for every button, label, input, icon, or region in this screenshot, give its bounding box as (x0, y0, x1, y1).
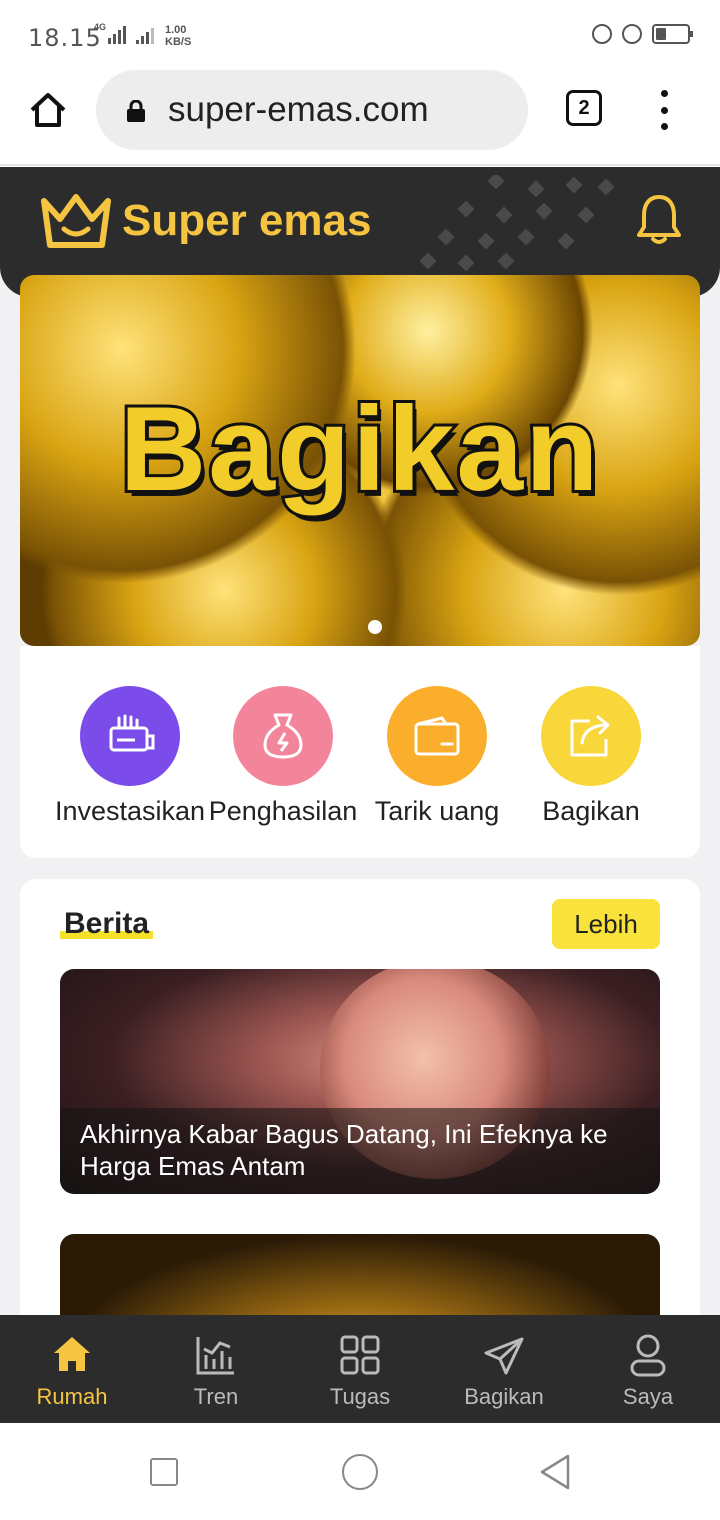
news-caption: Akhirnya Kabar Bagus Datang, Ini Efeknya… (60, 1108, 660, 1194)
more-button[interactable]: Lebih (552, 899, 660, 949)
overflow-menu-icon[interactable] (652, 90, 676, 130)
action-label: Bagikan (542, 796, 640, 826)
speed-unit: KB/S (165, 36, 192, 48)
speed-value: 1.00 (165, 24, 187, 36)
back-icon[interactable] (538, 1453, 572, 1491)
network-type: 4G (94, 22, 107, 32)
nav-label: Tren (193, 1384, 239, 1409)
rotation-lock-icon (592, 24, 612, 44)
home-icon (54, 1337, 90, 1371)
action-bagikan[interactable]: Bagikan (511, 686, 671, 827)
action-tarik-uang[interactable]: Tarik uang (357, 686, 517, 827)
action-penghasilan[interactable]: Penghasilan (203, 686, 363, 827)
nav-rumah[interactable]: Rumah (0, 1333, 144, 1410)
alarm-icon (622, 24, 642, 44)
status-icons (592, 24, 693, 44)
nav-bagikan[interactable]: Bagikan (432, 1333, 576, 1410)
web-page: Super emas Bagikan Investasikan Penghasi… (0, 167, 720, 1315)
grid-icon (340, 1335, 380, 1375)
card-hand-icon (80, 686, 180, 786)
nav-tugas[interactable]: Tugas (288, 1333, 432, 1410)
wallet-icon (387, 686, 487, 786)
nav-label: Saya (622, 1384, 674, 1409)
nav-label: Rumah (36, 1384, 108, 1409)
send-icon (484, 1337, 524, 1375)
network-speed: 1.00 KB/S (165, 24, 191, 48)
nav-label: Tugas (329, 1384, 391, 1409)
quick-actions: Investasikan Penghasilan Tarik uang Bagi… (20, 646, 700, 858)
brand-name: Super emas (122, 196, 372, 245)
address-bar[interactable]: super-emas.com (96, 70, 528, 150)
crown-icon (41, 194, 111, 248)
lock-icon (127, 100, 145, 122)
nav-tren[interactable]: Tren (144, 1333, 288, 1410)
browser-toolbar: super-emas.com 2 (0, 70, 720, 166)
share-icon (541, 686, 641, 786)
bell-icon[interactable] (636, 193, 682, 245)
signal-icon (136, 24, 154, 44)
home-button-icon[interactable] (342, 1454, 378, 1490)
money-bag-icon (233, 686, 333, 786)
bottom-navigation: Rumah Tren Tugas Bagikan Saya (0, 1315, 720, 1423)
action-label: Penghasilan (208, 796, 358, 826)
carousel-indicator (368, 620, 382, 634)
news-card[interactable] (60, 1234, 660, 1315)
banner-text: Bagikan (117, 379, 602, 519)
url-text: super-emas.com (168, 90, 429, 129)
action-investasikan[interactable]: Investasikan (50, 686, 210, 827)
nav-label: Bagikan (464, 1384, 544, 1409)
tabs-button[interactable]: 2 (566, 90, 602, 126)
recent-apps-icon[interactable] (150, 1458, 178, 1486)
action-label: Tarik uang (374, 796, 500, 826)
nav-saya[interactable]: Saya (576, 1333, 720, 1410)
signal-icons (108, 24, 154, 44)
home-icon[interactable] (28, 90, 68, 130)
system-navigation (0, 1423, 720, 1520)
news-section: Berita Lebih Akhirnya Kabar Bagus Datang… (20, 879, 700, 1315)
status-time: 18.15 (28, 24, 102, 52)
news-card[interactable]: Akhirnya Kabar Bagus Datang, Ini Efeknya… (60, 969, 660, 1194)
news-heading: Berita (59, 907, 154, 940)
chart-icon (196, 1337, 234, 1375)
signal-icon (108, 24, 126, 44)
diamond-pattern (420, 175, 615, 272)
status-bar: 18.15 4G 1.00 KB/S (0, 0, 720, 70)
promo-banner[interactable]: Bagikan (20, 275, 700, 646)
user-icon (630, 1334, 666, 1377)
brand-logo: Super emas (40, 193, 371, 249)
action-label: Investasikan (54, 796, 206, 826)
battery-icon (652, 24, 693, 44)
news-headline: Akhirnya Kabar Bagus Datang, Ini Efeknya… (80, 1119, 608, 1181)
